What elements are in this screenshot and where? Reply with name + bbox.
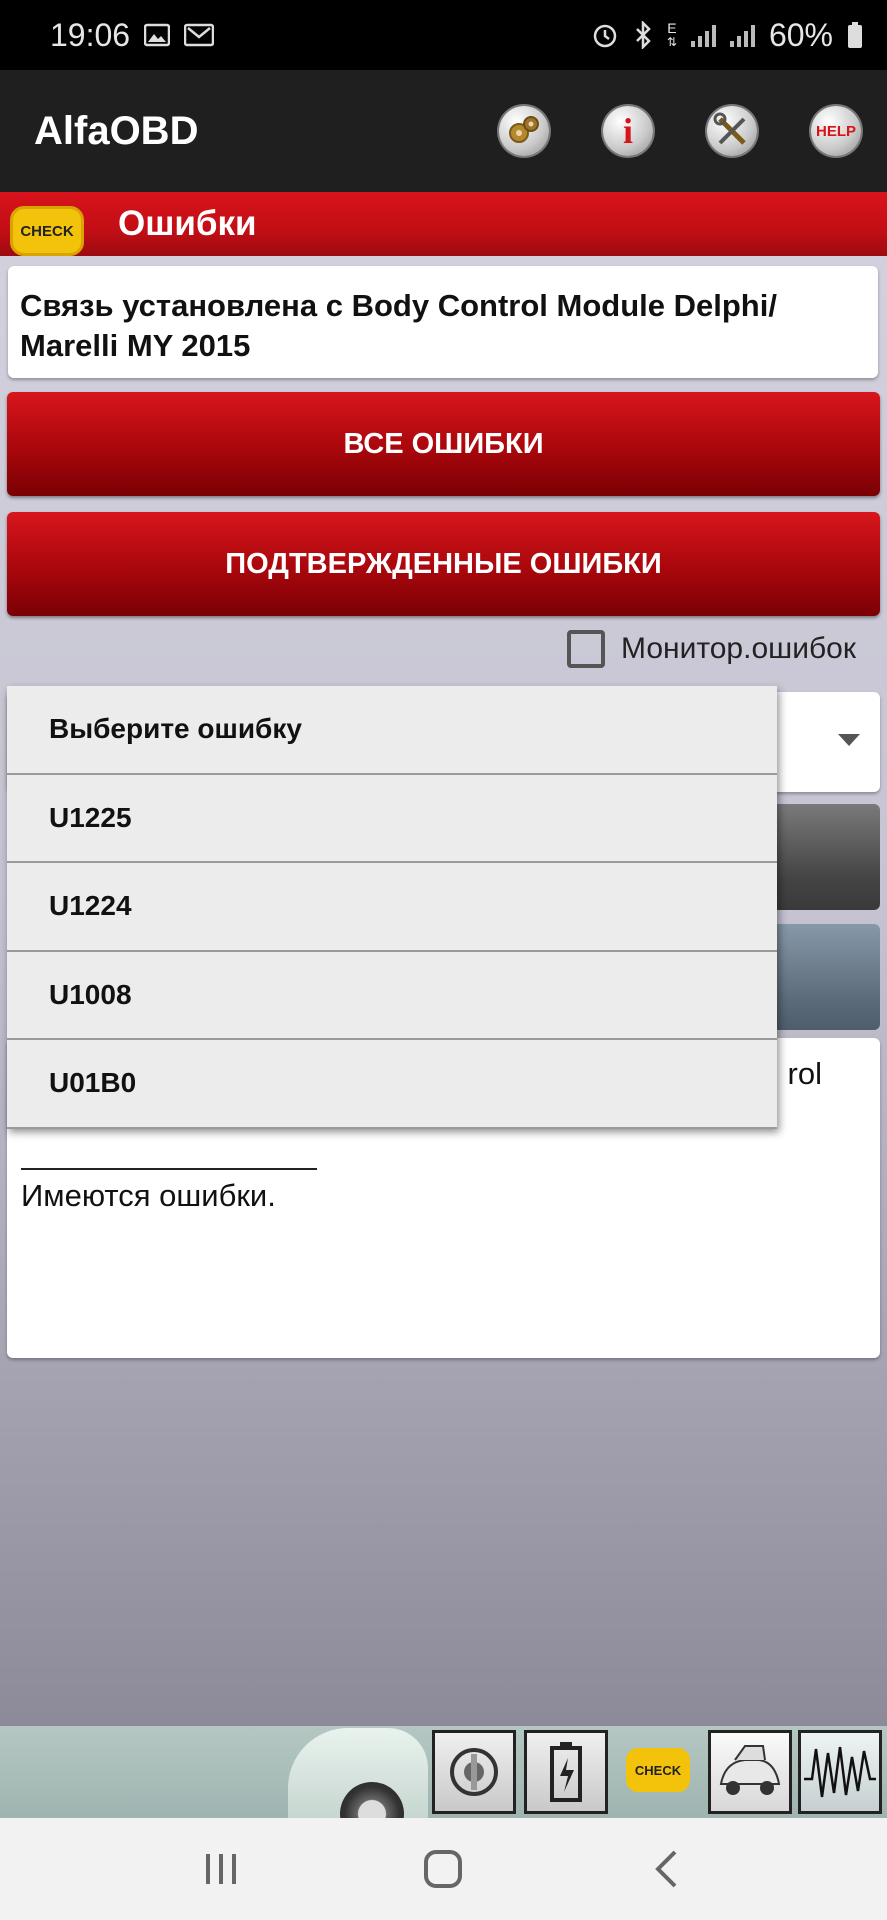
recent-apps-icon[interactable] xyxy=(191,1839,251,1899)
info-label: i xyxy=(622,111,633,151)
oscilloscope-icon[interactable] xyxy=(798,1730,882,1814)
navigation-bar xyxy=(0,1818,887,1920)
alarm-icon xyxy=(591,21,619,49)
back-icon[interactable] xyxy=(636,1839,696,1899)
status-bar: 19:06 E ⇅ 60% xyxy=(0,0,887,70)
car-hood-icon[interactable] xyxy=(708,1730,792,1814)
monitor-label: Монитор.ошибок xyxy=(621,632,856,665)
result-status: Имеются ошибки. xyxy=(21,1178,276,1213)
dropdown-item[interactable]: U1225 xyxy=(7,775,777,863)
help-icon[interactable]: HELP xyxy=(811,106,861,156)
car-photo xyxy=(288,1728,428,1846)
check-engine-icon[interactable]: CHECK xyxy=(626,1748,690,1792)
bottom-toolbar: CHECK xyxy=(0,1726,887,1846)
chevron-down-icon xyxy=(838,734,860,746)
connection-status: Связь установлена с Body Control Module … xyxy=(8,266,878,378)
image-icon xyxy=(144,23,171,47)
battery-icon xyxy=(847,21,863,49)
app-bar: AlfaOBD i HELP xyxy=(0,70,887,192)
error-dropdown-list: Выберите ошибку U1225 U1224 U1008 U01B0 xyxy=(7,686,777,1129)
error-monitor-toggle[interactable]: Монитор.ошибок xyxy=(567,630,856,668)
check-badge-label: CHECK xyxy=(20,222,74,240)
section-header: CHECK Ошибки xyxy=(0,192,887,256)
battery-percent: 60% xyxy=(768,16,833,53)
signal-icon xyxy=(729,23,755,47)
battery-icon[interactable] xyxy=(524,1730,608,1814)
data-icon: E ⇅ xyxy=(666,20,677,49)
status-time: 19:06 xyxy=(50,16,131,53)
divider xyxy=(21,1168,317,1170)
tools-icon[interactable] xyxy=(707,106,757,156)
signal-icon xyxy=(690,23,716,47)
dropdown-item-placeholder[interactable]: Выберите ошибку xyxy=(7,686,777,775)
help-label: HELP xyxy=(815,122,856,140)
check-engine-icon: CHECK xyxy=(10,206,84,256)
dropdown-item[interactable]: U01B0 xyxy=(7,1040,777,1129)
app-title: AlfaOBD xyxy=(34,108,199,153)
section-title: Ошибки xyxy=(118,204,257,243)
all-errors-button[interactable]: ВСЕ ОШИБКИ xyxy=(7,392,880,496)
result-fragment: rol xyxy=(787,1056,822,1091)
settings-gears-icon[interactable] xyxy=(499,106,549,156)
dropdown-item[interactable]: U1008 xyxy=(7,952,777,1040)
home-icon[interactable] xyxy=(413,1839,473,1899)
monitor-checkbox[interactable] xyxy=(567,630,605,668)
mail-icon xyxy=(184,23,215,47)
info-icon[interactable]: i xyxy=(603,106,653,156)
key-ignition-icon[interactable] xyxy=(432,1730,516,1814)
toolbar-check-label: CHECK xyxy=(634,1762,682,1778)
dropdown-item[interactable]: U1224 xyxy=(7,863,777,952)
bluetooth-icon xyxy=(633,21,653,49)
confirmed-errors-button[interactable]: ПОДТВЕРЖДЕННЫЕ ОШИБКИ xyxy=(7,512,880,616)
